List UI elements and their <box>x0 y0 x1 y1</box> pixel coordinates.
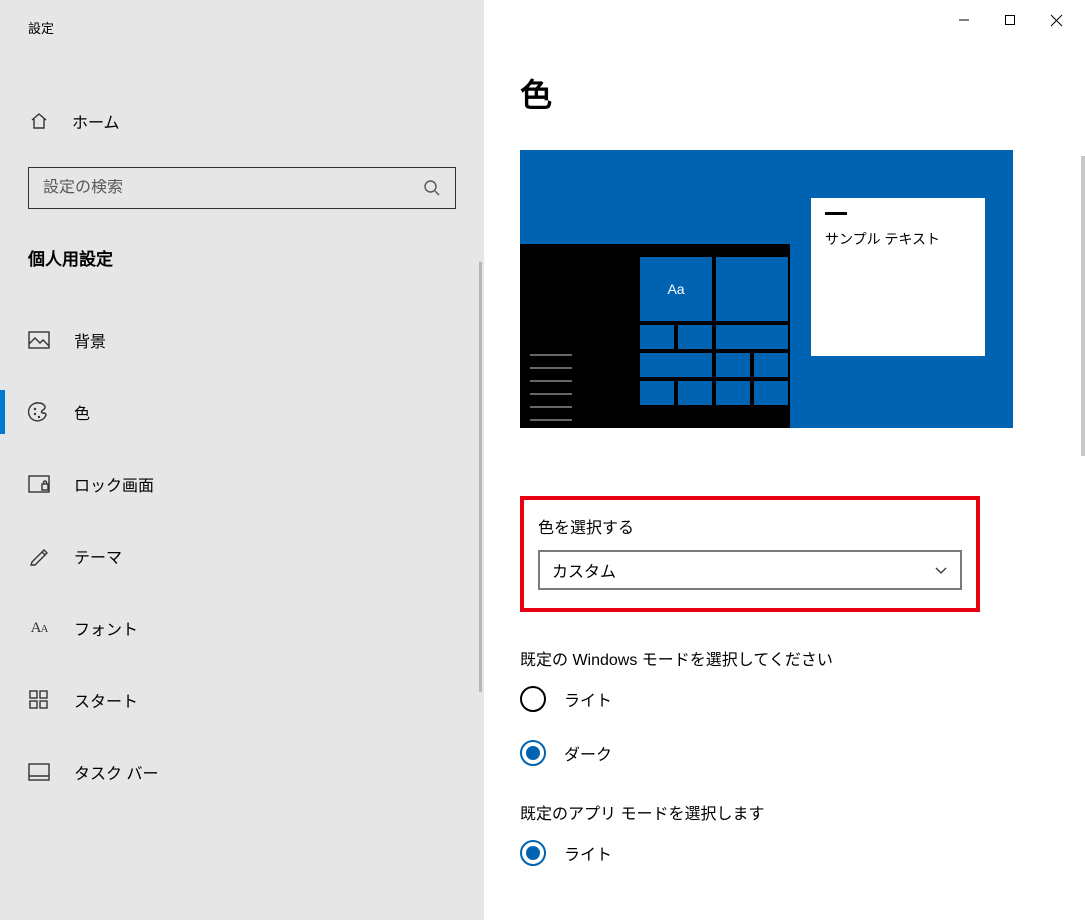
radio-icon <box>520 840 546 866</box>
image-icon <box>28 329 50 351</box>
preview-sample-text: サンプル テキスト <box>825 229 971 249</box>
sidebar-nav: 背景 色 <box>0 312 484 816</box>
theme-icon <box>28 545 50 567</box>
sidebar-item-colors[interactable]: 色 <box>0 384 484 440</box>
windows-mode-light[interactable]: ライト <box>520 686 1053 712</box>
sidebar-item-taskbar[interactable]: タスク バー <box>0 744 484 800</box>
sidebar-item-themes[interactable]: テーマ <box>0 528 484 584</box>
lock-screen-icon <box>28 473 50 495</box>
palette-icon <box>28 401 50 423</box>
windows-mode-label: 既定の Windows モードを選択してください <box>520 646 1053 670</box>
close-button[interactable] <box>1033 2 1079 38</box>
sidebar-item-label: スタート <box>74 688 138 712</box>
sidebar-section-title: 個人用設定 <box>0 209 484 270</box>
theme-preview: Aa サンプル テキスト <box>520 150 1013 428</box>
color-select-highlight: 色を選択する カスタム <box>520 496 980 612</box>
window-title: 設定 <box>0 0 484 37</box>
radio-label: ライト <box>564 841 612 865</box>
sidebar-scrollbar[interactable] <box>479 262 482 692</box>
color-select-value: カスタム <box>552 558 616 582</box>
sidebar-item-lockscreen[interactable]: ロック画面 <box>0 456 484 512</box>
titlebar <box>484 0 1085 40</box>
page-title: 色 <box>520 70 1053 116</box>
sidebar-home[interactable]: ホーム <box>0 99 484 143</box>
app-mode-label: 既定のアプリ モードを選択します <box>520 800 1053 824</box>
sidebar-home-label: ホーム <box>72 109 120 133</box>
preview-start-menu: Aa <box>520 244 790 428</box>
radio-icon <box>520 740 546 766</box>
color-select-label: 色を選択する <box>538 514 962 538</box>
sidebar-item-label: タスク バー <box>74 760 158 784</box>
sidebar-item-label: 背景 <box>74 328 106 352</box>
taskbar-icon <box>28 761 50 783</box>
home-icon <box>28 110 50 132</box>
sidebar-item-label: 色 <box>74 400 90 424</box>
app-mode-light[interactable]: ライト <box>520 840 1053 866</box>
chevron-down-icon <box>934 565 948 575</box>
main-scrollbar[interactable] <box>1081 156 1085 456</box>
main-content: 色 Aa <box>484 0 1085 920</box>
sidebar-item-label: テーマ <box>74 544 122 568</box>
sidebar-item-label: フォント <box>74 616 138 640</box>
search-icon <box>423 179 441 197</box>
radio-label: ダーク <box>564 741 612 765</box>
minimize-button[interactable] <box>941 2 987 38</box>
settings-sidebar: 設定 ホーム 個人用設定 <box>0 0 484 920</box>
preview-tile-glyph: Aa <box>640 257 712 321</box>
sidebar-item-background[interactable]: 背景 <box>0 312 484 368</box>
sidebar-item-fonts[interactable]: AA フォント <box>0 600 484 656</box>
sidebar-item-label: ロック画面 <box>74 472 154 496</box>
font-icon: AA <box>28 617 50 639</box>
windows-mode-dark[interactable]: ダーク <box>520 740 1053 766</box>
settings-search[interactable] <box>28 167 456 209</box>
preview-sample-window: サンプル テキスト <box>811 198 985 356</box>
maximize-button[interactable] <box>987 2 1033 38</box>
sidebar-item-start[interactable]: スタート <box>0 672 484 728</box>
search-input[interactable] <box>43 179 423 197</box>
radio-label: ライト <box>564 687 612 711</box>
start-icon <box>28 689 50 711</box>
radio-icon <box>520 686 546 712</box>
color-select-dropdown[interactable]: カスタム <box>538 550 962 590</box>
